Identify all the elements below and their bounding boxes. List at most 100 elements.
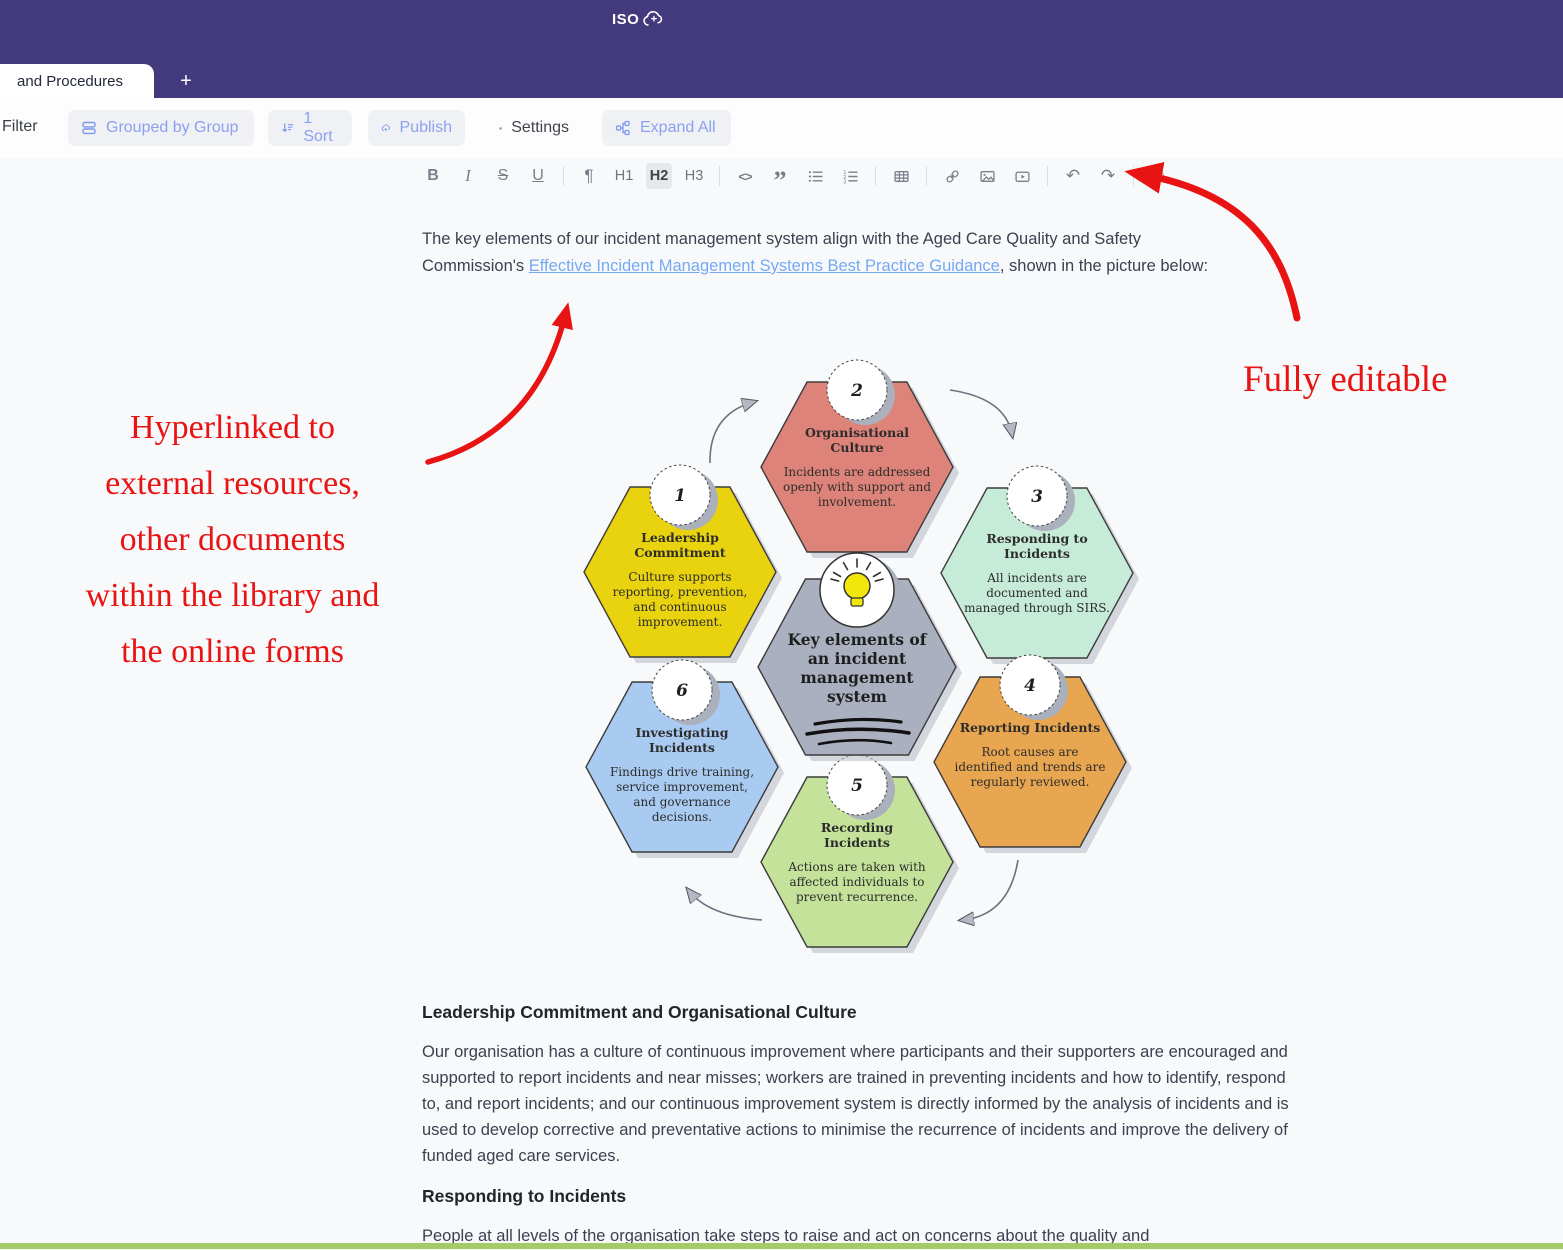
publish-label: Publish	[400, 119, 452, 137]
table-icon	[894, 169, 909, 184]
arrow-1-to-2	[710, 402, 753, 463]
editor-toolbar: B I S U ¶ H1 H2 H3 <> ” 1 2 3	[420, 159, 1172, 193]
image-icon	[980, 169, 995, 184]
grouped-by-button[interactable]: Grouped by Group	[68, 110, 254, 146]
cloud-plus-icon: +	[641, 8, 669, 30]
redo-button[interactable]: ↷	[1095, 163, 1121, 189]
center-title-block: Key elements of an incident management s…	[777, 630, 937, 740]
badge-number: 4	[1024, 676, 1036, 696]
filter-button[interactable]: Filter	[2, 118, 38, 136]
annotation-line: other documents	[20, 512, 445, 568]
hexagon-text: Organisational CultureIncidents are addr…	[773, 425, 941, 557]
badge-number: 1	[674, 486, 686, 506]
hexagon-title: Reporting Incidents	[959, 720, 1101, 735]
hexagon-text: Responding to Incidents All incidents are…	[953, 531, 1121, 663]
code-button[interactable]: <>	[732, 163, 758, 189]
expand-all-button[interactable]: Expand All	[602, 110, 731, 146]
video-button[interactable]	[1009, 163, 1035, 189]
badge-number: 3	[1031, 487, 1043, 507]
app-logo: ISO +	[612, 8, 669, 30]
hexagon-text: Investigating IncidentsFindings drive tr…	[598, 725, 766, 857]
hexagon-desc: Root causes are identified and trends ar…	[951, 745, 1109, 790]
badge-number: 6	[676, 681, 688, 701]
hexagon-text: Leadership CommitmentCulture supports re…	[596, 530, 764, 662]
italic-button[interactable]: I	[455, 163, 481, 189]
incident-management-diagram: 1 Leadership CommitmentCulture supports r…	[557, 360, 1157, 960]
tree-icon	[615, 120, 631, 136]
intro-paragraph: The key elements of our incident managem…	[422, 226, 1242, 280]
tab-policies-and-procedures[interactable]: and Procedures	[0, 64, 154, 98]
badge-number: 2	[850, 381, 863, 401]
gear-icon	[499, 120, 502, 137]
hexagon-title: Leadership Commitment	[609, 530, 751, 560]
link-icon	[945, 169, 960, 184]
new-tab-button[interactable]: +	[168, 64, 204, 98]
toolbar-separator	[1133, 166, 1134, 186]
underline-button[interactable]: U	[525, 163, 551, 189]
settings-button[interactable]: Settings	[486, 110, 582, 146]
sort-icon	[281, 120, 294, 136]
undo-button[interactable]: ↶	[1060, 163, 1086, 189]
annotation-line: Hyperlinked to	[20, 400, 445, 456]
section-heading: Leadership Commitment and Organisational…	[422, 1002, 857, 1023]
center-title: Key elements of an incident management s…	[782, 630, 932, 706]
hexagon-text: Reporting Incidents Root causes are ident…	[946, 720, 1114, 852]
hexagon-desc: Actions are taken with affected individu…	[778, 860, 936, 905]
toolbar-separator	[875, 166, 876, 186]
grouped-by-label: Grouped by Group	[106, 119, 239, 137]
h3-button[interactable]: H3	[681, 163, 707, 189]
table-button[interactable]	[888, 163, 914, 189]
arrow-5-to-6	[689, 891, 762, 920]
svg-text:+: +	[651, 14, 657, 26]
annotation-line: within the library and	[20, 568, 445, 624]
emoji-button[interactable]: ☺	[1146, 163, 1172, 189]
hexagon-desc: All incidents are documented and managed…	[958, 571, 1116, 616]
toolbar-separator	[563, 166, 564, 186]
logo-text: ISO	[612, 11, 639, 28]
blockquote-button[interactable]: ”	[767, 158, 793, 194]
bottom-accent-line	[0, 1243, 1563, 1249]
section-paragraph: Our organisation has a culture of contin…	[422, 1039, 1294, 1169]
diagram-canvas: 1 Leadership CommitmentCulture supports r…	[557, 360, 1157, 960]
tab-strip	[0, 60, 1563, 98]
arrow-4-to-5	[963, 860, 1018, 920]
arrow-2-to-3	[950, 390, 1012, 434]
publish-button[interactable]: Publish	[368, 110, 465, 146]
settings-label: Settings	[511, 119, 569, 137]
bold-button[interactable]: B	[420, 163, 446, 189]
bullet-list-button[interactable]	[802, 163, 828, 189]
image-button[interactable]	[974, 163, 1000, 189]
cloud-upload-icon	[381, 120, 391, 136]
hexagon-desc: Incidents are addressed openly with supp…	[778, 465, 936, 510]
h1-button[interactable]: H1	[611, 163, 637, 189]
ordered-list-button[interactable]: 1 2 3	[837, 163, 863, 189]
sort-label: 1 Sort	[303, 110, 339, 146]
lightbulb-base	[851, 598, 863, 606]
strikethrough-button[interactable]: S	[490, 163, 516, 189]
plus-icon: +	[180, 70, 192, 93]
video-icon	[1015, 169, 1030, 184]
best-practice-guidance-link[interactable]: Effective Incident Management Systems Be…	[529, 257, 1000, 275]
section-heading: Responding to Incidents	[422, 1186, 626, 1207]
red-arrow-to-link	[428, 312, 566, 462]
annotation-fully-editable: Fully editable	[1243, 358, 1448, 401]
app-window: ISO + and Procedures + Filter Grouped by…	[0, 0, 1563, 1250]
toolbar-separator	[1047, 166, 1048, 186]
sort-button[interactable]: 1 Sort	[268, 110, 352, 146]
lightbulb-icon	[844, 573, 870, 599]
paragraph-button[interactable]: ¶	[576, 163, 602, 189]
bullet-list-icon	[808, 169, 823, 184]
ordered-list-icon: 1 2 3	[843, 169, 858, 184]
annotation-hyperlinked-note: Hyperlinked to external resources, other…	[20, 400, 445, 680]
link-button[interactable]	[939, 163, 965, 189]
h2-button[interactable]: H2	[646, 163, 672, 189]
annotation-line: the online forms	[20, 624, 445, 680]
intro-text-after: , shown in the picture below:	[1000, 257, 1208, 275]
toolbar-separator	[719, 166, 720, 186]
hexagon-text: Recording IncidentsActions are taken wit…	[773, 820, 941, 952]
annotation-line: external resources,	[20, 456, 445, 512]
hexagon-title: Investigating Incidents	[611, 725, 753, 755]
tab-label: and Procedures	[17, 73, 123, 90]
hexagon-title: Responding to Incidents	[966, 531, 1108, 561]
expand-all-label: Expand All	[640, 119, 716, 137]
